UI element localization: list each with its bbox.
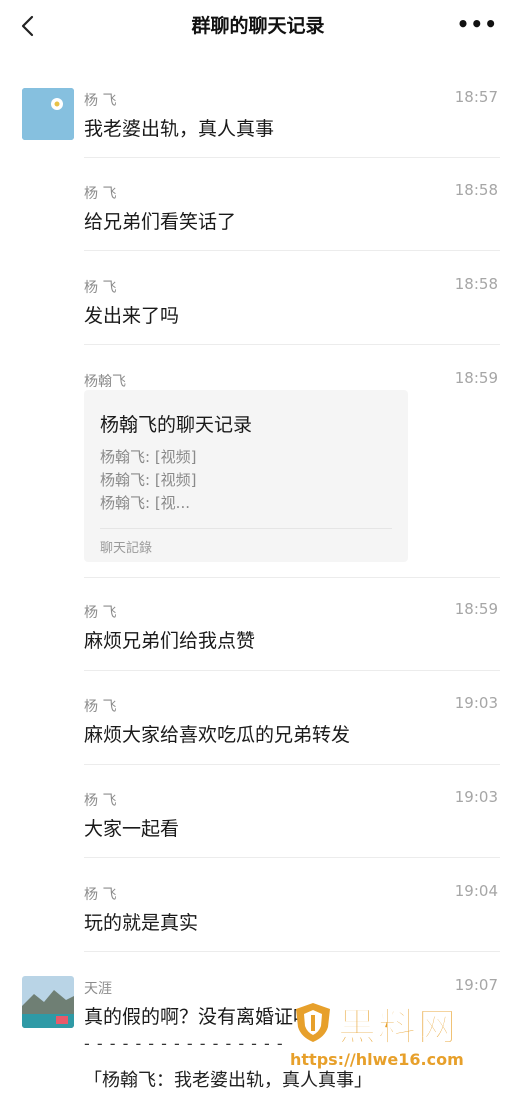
watermark-brand: 黑料网 [337,1005,459,1050]
message-time: 18:59 [454,600,498,618]
message-text: 玩的就是真实 [84,912,199,934]
sender-name: 杨 飞 [84,280,117,296]
quoted-message: 「杨翰飞：我老婆出轨，真人真事」 [84,1070,372,1091]
message: 杨翰飞 18:59 [84,369,498,391]
quote-separator: - - - - - - - - - - - - - - - - [84,1034,284,1053]
message-text: 我老婆出轨，真人真事 [84,118,275,140]
page-title: 群聊的聊天记录 [191,15,325,37]
message-time: 18:59 [454,369,498,387]
divider [84,577,500,578]
more-dots-icon[interactable]: ••• [457,14,498,34]
chat-record-line: 杨翰飞: [视频] [100,471,197,489]
divider [84,157,500,158]
avatar[interactable] [22,976,74,1028]
watermark-url: https://hlwe16.com [290,1050,464,1069]
message-time: 18:58 [454,275,498,293]
sender-name: 杨 飞 [84,605,117,621]
message-text: 给兄弟们看笑话了 [84,211,237,233]
shield-logo-icon [296,1003,330,1042]
chat-record-footer: 聊天記錄 [100,541,153,556]
sender-name: 杨 飞 [84,186,117,202]
avatar[interactable] [22,88,74,140]
chat-record-card[interactable]: 杨翰飞的聊天记录 杨翰飞: [视频] 杨翰飞: [视频] 杨翰飞: [视... … [84,390,408,562]
sender-name: 杨 飞 [84,793,117,809]
divider [84,951,500,952]
message-text: 发出来了吗 [84,305,180,327]
chat-record-title: 杨翰飞的聊天记录 [100,414,253,436]
sender-name: 天涯 [84,981,112,997]
sender-name: 杨 飞 [84,93,117,109]
message-time: 18:58 [454,181,498,199]
message-time: 19:04 [454,882,498,900]
card-divider [100,528,392,529]
message-time: 19:03 [454,788,498,806]
divider [84,250,500,251]
message-time: 19:07 [454,976,498,994]
chat-record-line: 杨翰飞: [视... [100,494,190,512]
sender-name: 杨 飞 [84,699,117,715]
divider [84,344,500,345]
message-text: 麻烦兄弟们给我点赞 [84,630,256,652]
divider [84,670,500,671]
message-time: 18:57 [454,88,498,106]
divider [84,764,500,765]
nav-bar: 群聊的聊天记录 ••• [0,0,516,52]
message-time: 19:03 [454,694,498,712]
message-text: 大家一起看 [84,818,180,840]
message-text: 麻烦大家给喜欢吃瓜的兄弟转发 [84,724,351,746]
divider [84,857,500,858]
chat-record-line: 杨翰飞: [视频] [100,448,197,466]
sender-name: 杨翰飞 [84,374,126,390]
sender-name: 杨 飞 [84,887,117,903]
